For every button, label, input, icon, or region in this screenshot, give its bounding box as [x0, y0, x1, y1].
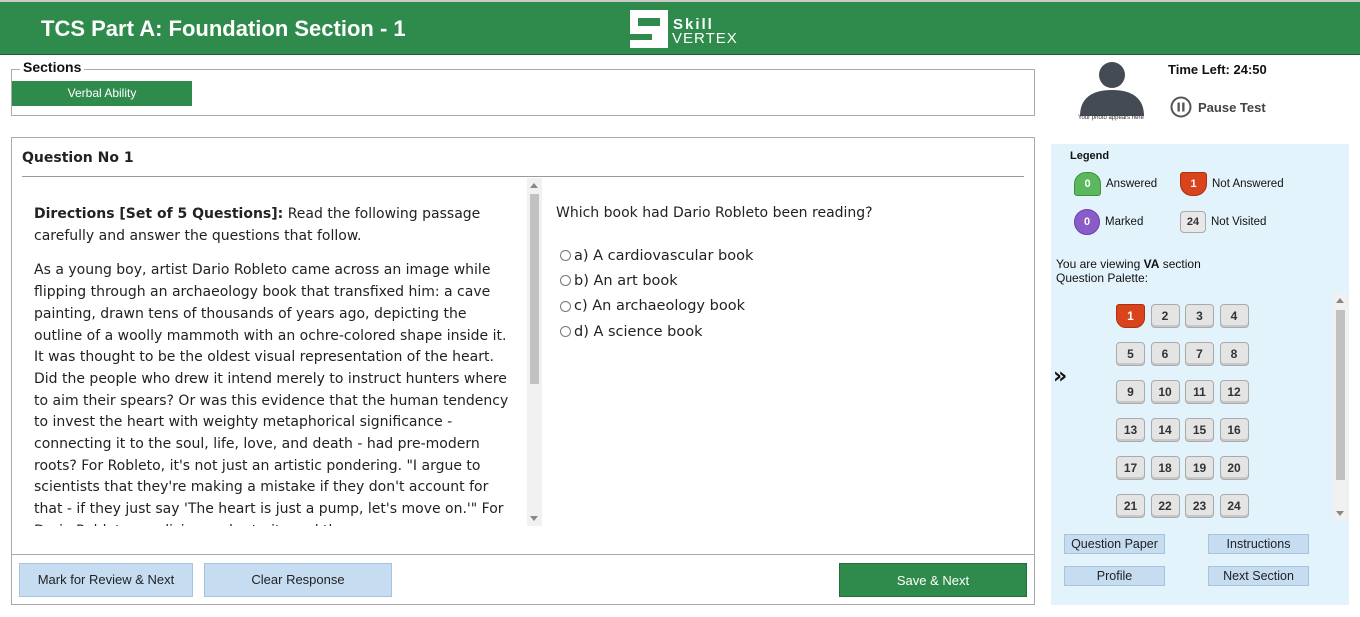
- palette-question-20[interactable]: 20: [1219, 456, 1249, 480]
- scroll-down-arrow-icon[interactable]: [1336, 511, 1344, 516]
- passage-pane: Directions [Set of 5 Questions]: Read th…: [22, 178, 542, 526]
- answer-options: a) A cardiovascular book b) An art book …: [560, 243, 753, 344]
- legend-not-visited: 24 Not Visited: [1180, 211, 1266, 233]
- legend-title: Legend: [1070, 150, 1110, 162]
- pause-icon[interactable]: [1170, 96, 1192, 118]
- palette-question-8[interactable]: 8: [1219, 342, 1249, 366]
- palette-question-14[interactable]: 14: [1150, 418, 1180, 442]
- pause-test-label[interactable]: Pause Test: [1198, 100, 1266, 115]
- palette-question-10[interactable]: 10: [1150, 380, 1180, 404]
- section-tab-verbal-ability[interactable]: Verbal Ability: [12, 81, 192, 106]
- viewing-info: You are viewing VA section Question Pale…: [1056, 257, 1201, 285]
- question-text: Which book had Dario Robleto been readin…: [556, 205, 873, 221]
- profile-button[interactable]: Profile: [1064, 566, 1165, 586]
- palette-question-4[interactable]: 4: [1219, 304, 1249, 328]
- palette-question-21[interactable]: 21: [1116, 494, 1145, 518]
- question-number: Question No 1: [22, 150, 134, 166]
- mark-for-review-button[interactable]: Mark for Review & Next: [19, 563, 193, 597]
- passage-content: Directions [Set of 5 Questions]: Read th…: [34, 204, 512, 526]
- not-answered-badge: 1: [1180, 172, 1207, 196]
- option-label: d) A science book: [574, 323, 703, 340]
- collapse-panel-icon[interactable]: »: [1053, 364, 1067, 389]
- viewing-section: VA: [1143, 257, 1160, 271]
- palette-question-1[interactable]: 1: [1116, 304, 1145, 328]
- directions: Directions [Set of 5 Questions]: Read th…: [34, 204, 512, 247]
- palette-scrollbar[interactable]: [1333, 294, 1348, 520]
- question-paper-button[interactable]: Question Paper: [1064, 534, 1165, 554]
- question-divider: [22, 176, 1024, 177]
- instructions-button[interactable]: Instructions: [1208, 534, 1309, 554]
- time-left: Time Left: 24:50: [1168, 62, 1267, 77]
- option-label: b) An art book: [574, 272, 678, 289]
- palette-question-15[interactable]: 15: [1185, 418, 1214, 442]
- next-section-button[interactable]: Next Section: [1208, 566, 1309, 586]
- passage-scrollbar[interactable]: [527, 178, 542, 526]
- option-label: a) A cardiovascular book: [574, 247, 754, 264]
- palette-question-22[interactable]: 22: [1150, 494, 1180, 518]
- avatar: [1080, 62, 1144, 116]
- directions-heading: Directions [Set of 5 Questions]:: [34, 206, 284, 222]
- palette-question-19[interactable]: 19: [1185, 456, 1214, 480]
- palette-question-24[interactable]: 24: [1219, 494, 1249, 518]
- clear-response-button[interactable]: Clear Response: [204, 563, 392, 597]
- photo-caption: Your photo appears here: [1078, 115, 1144, 121]
- scroll-thumb[interactable]: [530, 194, 539, 384]
- palette-question-9[interactable]: 9: [1116, 380, 1145, 404]
- radio-button[interactable]: [560, 326, 571, 338]
- scroll-up-arrow-icon[interactable]: [530, 183, 538, 188]
- legend-marked-label: Marked: [1105, 216, 1144, 228]
- not-visited-badge: 24: [1180, 211, 1206, 233]
- marked-badge: 0: [1074, 209, 1100, 235]
- palette-question-11[interactable]: 11: [1185, 380, 1214, 404]
- skillvertex-logo: Skill VERTEX: [628, 8, 748, 50]
- pause-test-button[interactable]: Pause Test: [1170, 96, 1266, 118]
- scroll-down-arrow-icon[interactable]: [530, 516, 538, 521]
- radio-button[interactable]: [560, 250, 571, 262]
- save-next-button[interactable]: Save & Next: [839, 563, 1027, 597]
- palette-question-17[interactable]: 17: [1116, 456, 1145, 480]
- option-a[interactable]: a) A cardiovascular book: [560, 243, 753, 268]
- radio-button[interactable]: [560, 275, 571, 287]
- palette-question-18[interactable]: 18: [1150, 456, 1180, 480]
- palette-question-16[interactable]: 16: [1219, 418, 1249, 442]
- palette-question-13[interactable]: 13: [1116, 418, 1145, 442]
- logo-text-vertex: VERTEX: [672, 30, 738, 47]
- option-b[interactable]: b) An art book: [560, 268, 753, 293]
- palette-heading: Question Palette:: [1056, 271, 1149, 285]
- option-d[interactable]: d) A science book: [560, 319, 753, 344]
- viewing-suffix: section: [1159, 257, 1201, 271]
- viewing-prefix: You are viewing: [1056, 257, 1144, 271]
- palette-question-2[interactable]: 2: [1150, 304, 1180, 328]
- legend-answered-label: Answered: [1106, 178, 1158, 190]
- exam-title: TCS Part A: Foundation Section - 1: [41, 16, 406, 41]
- palette-question-5[interactable]: 5: [1116, 342, 1145, 366]
- scroll-up-arrow-icon[interactable]: [1336, 298, 1344, 303]
- option-label: c) An archaeology book: [574, 298, 745, 315]
- palette-question-6[interactable]: 6: [1150, 342, 1180, 366]
- logo-mark-icon: [630, 10, 668, 48]
- answered-badge: 0: [1074, 172, 1101, 196]
- legend-marked: 0 Marked: [1074, 209, 1143, 235]
- scroll-thumb[interactable]: [1336, 310, 1345, 480]
- option-c[interactable]: c) An archaeology book: [560, 294, 753, 319]
- passage-text: As a young boy, artist Dario Robleto cam…: [34, 262, 509, 526]
- action-bar-divider: [11, 554, 1035, 555]
- radio-button[interactable]: [560, 300, 571, 312]
- legend-not-answered: 1 Not Answered: [1180, 172, 1284, 196]
- legend-not-answered-label: Not Answered: [1212, 178, 1284, 190]
- sections-legend: Sections: [20, 59, 85, 75]
- palette-question-12[interactable]: 12: [1219, 380, 1249, 404]
- palette-question-23[interactable]: 23: [1185, 494, 1214, 518]
- legend-answered: 0 Answered: [1074, 172, 1157, 196]
- palette-question-3[interactable]: 3: [1185, 304, 1214, 328]
- legend-not-visited-label: Not Visited: [1211, 216, 1267, 228]
- palette-question-7[interactable]: 7: [1185, 342, 1214, 366]
- question-palette-grid: 1 2 3 4 5 6 7 8 9 10 11 12 13 14 15 16 17 18 19 20 21 22 23 24: [1116, 304, 1249, 518]
